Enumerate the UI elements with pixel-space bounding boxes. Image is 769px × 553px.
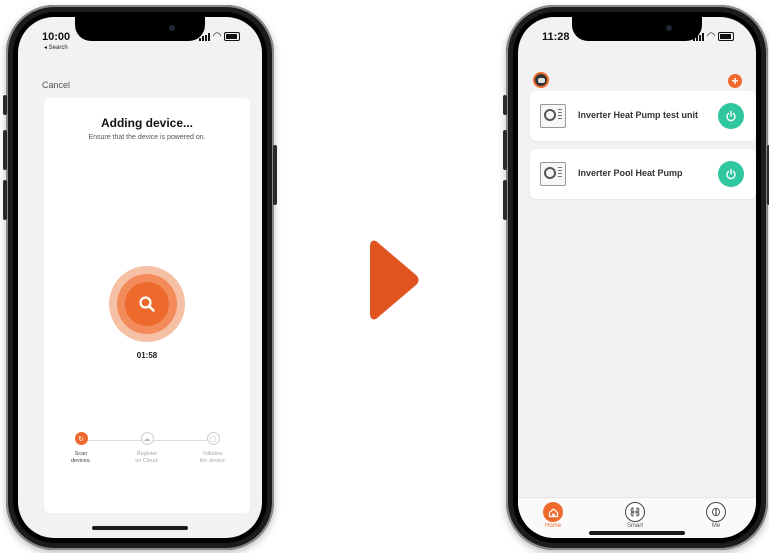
wifi-icon: ◠	[213, 30, 221, 42]
step-scan-devices: ↻ Scan devices.	[51, 432, 111, 465]
battery-icon	[718, 32, 734, 41]
home-indicator	[589, 531, 685, 535]
power-icon	[726, 168, 736, 180]
step-register-cloud: ☁ Register on Cloud.	[117, 432, 177, 465]
device-card[interactable]: Inverter Heat Pump test unit	[530, 91, 756, 141]
heat-pump-icon	[540, 104, 566, 128]
page-subtitle: Ensure that the device is powered on.	[88, 134, 206, 141]
smart-icon	[625, 502, 645, 522]
scanning-indicator	[109, 266, 185, 342]
cloud-icon: ☁	[140, 432, 154, 445]
status-time: 11:28	[542, 31, 570, 43]
device-name: Inverter Heat Pump test unit	[578, 110, 699, 120]
phone-adding-device: 10:00 ◠ ◂ Search Cancel Adding device...…	[3, 5, 277, 550]
tab-label: Smart	[626, 523, 643, 529]
tab-home[interactable]: Home	[533, 502, 573, 529]
home-icon	[543, 502, 563, 522]
step-label: Scan devices.	[70, 451, 92, 464]
home-switcher-avatar[interactable]	[533, 72, 549, 88]
cancel-button[interactable]: Cancel	[42, 80, 70, 90]
home-indicator	[92, 526, 188, 530]
wifi-icon: ◠	[707, 30, 715, 42]
step-label: Initialize the device.	[199, 451, 227, 464]
device-list-screen: 11:28 ◠ + Inverter Heat Pump test unit I…	[518, 17, 756, 538]
tab-label: Home	[544, 523, 561, 529]
battery-icon	[224, 32, 240, 41]
back-to-search-link[interactable]: ◂ Search	[44, 44, 68, 51]
device-icon: ▢	[206, 432, 220, 445]
tab-me[interactable]: Me	[696, 502, 736, 529]
adding-device-screen: 10:00 ◠ ◂ Search Cancel Adding device...…	[18, 17, 262, 538]
tab-label: Me	[711, 523, 721, 529]
phone-device-list: 11:28 ◠ + Inverter Heat Pump test unit I…	[503, 5, 769, 550]
power-icon	[726, 110, 736, 122]
tab-smart[interactable]: Smart	[615, 502, 655, 529]
me-icon	[706, 502, 726, 522]
next-arrow-icon	[370, 240, 419, 320]
status-time: 10:00	[42, 31, 71, 43]
heat-pump-icon	[540, 162, 566, 186]
power-button[interactable]	[718, 103, 744, 129]
search-icon	[125, 282, 169, 326]
step-initialize-device: ▢ Initialize the device.	[183, 432, 243, 465]
power-button[interactable]	[718, 161, 744, 187]
refresh-icon: ↻	[74, 432, 88, 445]
page-title: Adding device...	[100, 116, 193, 130]
device-name: Inverter Pool Heat Pump	[578, 168, 683, 178]
step-label: Register on Cloud.	[135, 451, 159, 464]
countdown-timer: 01:58	[136, 351, 158, 360]
device-card[interactable]: Inverter Pool Heat Pump	[530, 149, 756, 199]
add-device-button[interactable]: +	[728, 74, 742, 88]
adding-device-card: Adding device... Ensure that the device …	[44, 98, 250, 513]
